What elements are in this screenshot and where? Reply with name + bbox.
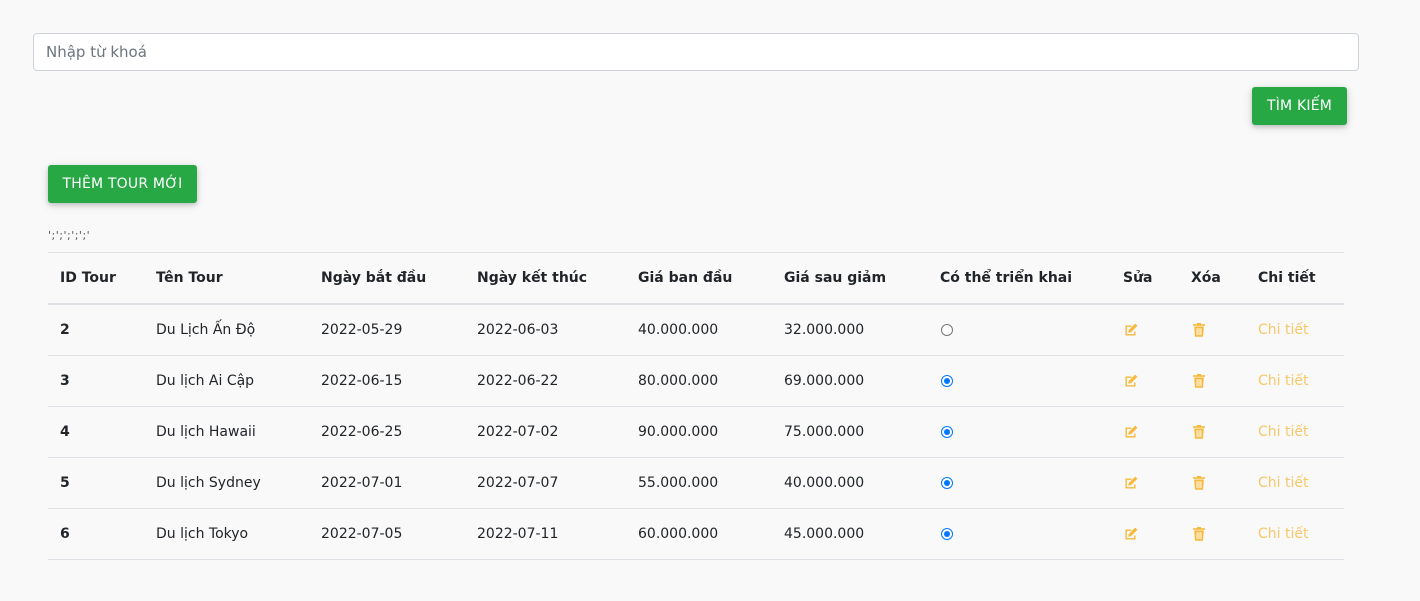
- detail-link[interactable]: Chi tiết: [1258, 526, 1308, 542]
- search-input[interactable]: [33, 33, 1359, 71]
- cell-delete: [1179, 457, 1246, 509]
- cell-deployable: [928, 304, 1111, 356]
- stray-text: ';';';';';': [48, 229, 91, 242]
- cell-start-date: 2022-07-05: [309, 508, 465, 560]
- cell-deployable: [928, 508, 1111, 560]
- header-id: ID Tour: [48, 252, 144, 305]
- cell-deployable: [928, 406, 1111, 458]
- table-header-row: ID Tour Tên Tour Ngày bắt đầu Ngày kết t…: [48, 252, 1344, 305]
- cell-deployable: [928, 355, 1111, 407]
- add-tour-button[interactable]: THÊM TOUR MỚI: [48, 165, 197, 203]
- cell-id: 4: [48, 406, 144, 458]
- cell-id: 6: [48, 508, 144, 560]
- header-name: Tên Tour: [144, 252, 309, 305]
- cell-start-date: 2022-06-25: [309, 406, 465, 458]
- cell-edit: [1111, 304, 1179, 356]
- detail-link[interactable]: Chi tiết: [1258, 424, 1308, 440]
- tours-table: ID Tour Tên Tour Ngày bắt đầu Ngày kết t…: [48, 252, 1344, 560]
- cell-detail: Chi tiết: [1246, 406, 1344, 458]
- cell-end-date: 2022-06-22: [465, 355, 626, 407]
- cell-end-date: 2022-07-07: [465, 457, 626, 509]
- cell-id: 3: [48, 355, 144, 407]
- search-button[interactable]: TÌM KIẾM: [1252, 87, 1347, 125]
- deployable-radio[interactable]: [941, 426, 953, 438]
- edit-icon[interactable]: [1123, 475, 1139, 491]
- table-row: 2 Du Lịch Ấn Độ 2022-05-29 2022-06-03 40.000…: [48, 304, 1344, 356]
- edit-icon[interactable]: [1123, 424, 1139, 440]
- cell-name: Du lịch Ai Cập: [144, 355, 309, 407]
- cell-original-price: 60.000.000: [626, 508, 772, 560]
- header-edit: Sửa: [1111, 252, 1179, 305]
- detail-link[interactable]: Chi tiết: [1258, 475, 1308, 491]
- deployable-radio[interactable]: [941, 477, 953, 489]
- detail-link[interactable]: Chi tiết: [1258, 373, 1308, 389]
- cell-edit: [1111, 406, 1179, 458]
- cell-name: Du lịch Tokyo: [144, 508, 309, 560]
- deployable-radio[interactable]: [941, 375, 953, 387]
- table-row: 6 Du lịch Tokyo 2022-07-05 2022-07-11 60.000…: [48, 508, 1344, 560]
- deployable-radio[interactable]: [941, 324, 953, 336]
- cell-delete: [1179, 304, 1246, 356]
- cell-end-date: 2022-07-11: [465, 508, 626, 560]
- cell-edit: [1111, 508, 1179, 560]
- edit-icon[interactable]: [1123, 526, 1139, 542]
- cell-start-date: 2022-05-29: [309, 304, 465, 356]
- cell-discount-price: 75.000.000: [772, 406, 928, 458]
- cell-discount-price: 32.000.000: [772, 304, 928, 356]
- cell-detail: Chi tiết: [1246, 355, 1344, 407]
- table-row: 3 Du lịch Ai Cập 2022-06-15 2022-06-22 80.00…: [48, 355, 1344, 407]
- header-delete: Xóa: [1179, 252, 1246, 305]
- cell-name: Du Lịch Ấn Độ: [144, 304, 309, 356]
- cell-original-price: 90.000.000: [626, 406, 772, 458]
- cell-end-date: 2022-07-02: [465, 406, 626, 458]
- trash-icon[interactable]: [1191, 322, 1207, 338]
- cell-original-price: 55.000.000: [626, 457, 772, 509]
- header-start-date: Ngày bắt đầu: [309, 252, 465, 305]
- cell-deployable: [928, 457, 1111, 509]
- deployable-radio[interactable]: [941, 528, 953, 540]
- header-deployable: Có thể triển khai: [928, 252, 1111, 305]
- trash-icon[interactable]: [1191, 424, 1207, 440]
- trash-icon[interactable]: [1191, 373, 1207, 389]
- table-row: 5 Du lịch Sydney 2022-07-01 2022-07-07 55.00…: [48, 457, 1344, 509]
- cell-delete: [1179, 508, 1246, 560]
- detail-link[interactable]: Chi tiết: [1258, 322, 1308, 338]
- trash-icon[interactable]: [1191, 526, 1207, 542]
- cell-start-date: 2022-06-15: [309, 355, 465, 407]
- table-row: 4 Du lịch Hawaii 2022-06-25 2022-07-02 90.00…: [48, 406, 1344, 458]
- header-discount-price: Giá sau giảm: [772, 252, 928, 305]
- cell-start-date: 2022-07-01: [309, 457, 465, 509]
- cell-end-date: 2022-06-03: [465, 304, 626, 356]
- edit-icon[interactable]: [1123, 373, 1139, 389]
- header-detail: Chi tiết: [1246, 252, 1344, 305]
- cell-discount-price: 69.000.000: [772, 355, 928, 407]
- cell-id: 5: [48, 457, 144, 509]
- edit-icon[interactable]: [1123, 322, 1139, 338]
- trash-icon[interactable]: [1191, 475, 1207, 491]
- cell-detail: Chi tiết: [1246, 508, 1344, 560]
- cell-detail: Chi tiết: [1246, 457, 1344, 509]
- cell-edit: [1111, 355, 1179, 407]
- cell-discount-price: 40.000.000: [772, 457, 928, 509]
- cell-original-price: 80.000.000: [626, 355, 772, 407]
- cell-id: 2: [48, 304, 144, 356]
- cell-name: Du lịch Sydney: [144, 457, 309, 509]
- cell-delete: [1179, 355, 1246, 407]
- cell-name: Du lịch Hawaii: [144, 406, 309, 458]
- cell-original-price: 40.000.000: [626, 304, 772, 356]
- header-original-price: Giá ban đầu: [626, 252, 772, 305]
- cell-edit: [1111, 457, 1179, 509]
- header-end-date: Ngày kết thúc: [465, 252, 626, 305]
- cell-discount-price: 45.000.000: [772, 508, 928, 560]
- cell-delete: [1179, 406, 1246, 458]
- cell-detail: Chi tiết: [1246, 304, 1344, 356]
